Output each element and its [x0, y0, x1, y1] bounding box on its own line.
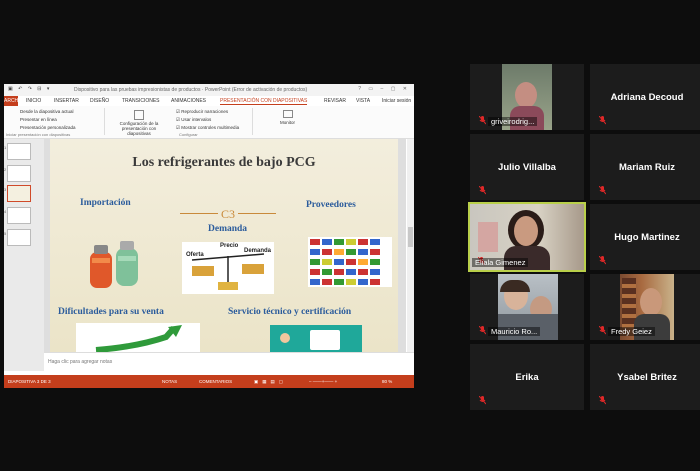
zoom-slider[interactable]: – ——+—— +: [309, 379, 337, 384]
participant-tile-active-speaker[interactable]: Eliala Gimenez: [468, 202, 586, 272]
tab-transiciones[interactable]: TRANSICIONES: [122, 98, 160, 104]
participant-tile[interactable]: Ysabel Britez: [590, 344, 700, 410]
shared-screen-powerpoint: ▣ ↶ ↷ ⊟ ▾ Dispositivo para las pruebas i…: [4, 84, 414, 388]
mic-muted-icon: [599, 256, 606, 265]
monitor-button[interactable]: Monitor: [280, 110, 295, 125]
diagram-oferta: Oferta: [186, 252, 204, 258]
participant-tile[interactable]: Mauricio Ro...: [470, 274, 584, 340]
tab-presentacion[interactable]: PRESENTACIÓN CON DIAPOSITIVAS: [220, 98, 308, 105]
use-timings-checkbox[interactable]: ☑ Usar intervalos: [176, 117, 211, 123]
tab-insertar[interactable]: INSERTAR: [54, 98, 79, 104]
participant-name: Adriana Decoud: [610, 91, 684, 103]
setup-icon: [134, 110, 144, 120]
participant-name: Julio Villalba: [498, 161, 556, 173]
window-controls[interactable]: ? ▭ – ▢ ✕: [358, 86, 410, 92]
mic-muted-icon: [599, 326, 606, 335]
slide-thumbnail[interactable]: [7, 207, 31, 224]
current-slide[interactable]: Los refrigerantes de bajo PCG Importació…: [50, 139, 398, 352]
zoom-level: 80 %: [382, 379, 393, 384]
label-dificultades: Dificultades para su venta: [58, 307, 164, 317]
participant-name: Fredy Geiez: [608, 327, 655, 336]
monitor-icon: [282, 110, 293, 118]
group-label-start: Iniciar presentación con diapositivas: [6, 132, 71, 137]
tab-diseno[interactable]: DISEÑO: [90, 98, 109, 104]
mic-muted-icon: [479, 186, 486, 195]
mic-muted-icon: [599, 186, 606, 195]
comments-button[interactable]: COMENTARIOS: [199, 379, 232, 384]
slide-thumbnail-selected[interactable]: [7, 185, 31, 202]
quick-access-toolbar[interactable]: ▣ ↶ ↷ ⊟ ▾: [8, 86, 51, 92]
decorative-ornament: C3: [180, 207, 276, 221]
flags-icon: [310, 239, 380, 285]
slide-thumbnail[interactable]: [7, 143, 31, 160]
tab-vista[interactable]: VISTA: [356, 98, 370, 104]
refrigerant-cylinders-image: [90, 241, 138, 288]
ppt-window-title: Dispositivo para las pruebas impresionis…: [74, 87, 308, 93]
account-signin[interactable]: Iniciar sesión: [382, 98, 411, 104]
ppt-title-bar: ▣ ↶ ↷ ⊟ ▾ Dispositivo para las pruebas i…: [4, 84, 414, 96]
supplier-flags-image: [308, 237, 392, 287]
from-current-slide-button[interactable]: Desde la diapositiva actual: [20, 109, 74, 114]
diagram-demanda: Demanda: [244, 248, 272, 254]
tab-revisar[interactable]: REVISAR: [324, 98, 346, 104]
participant-tile[interactable]: griveirodrig...: [470, 64, 584, 130]
label-servicio: Servicio técnico y certificación: [228, 307, 352, 317]
participant-name: Mariam Ruiz: [619, 161, 675, 173]
tab-file[interactable]: ARCHIVO: [4, 96, 27, 106]
slide-thumbnails-pane: 1 2 3 4 5: [4, 139, 44, 371]
participant-name: Hugo Martinez: [614, 231, 680, 243]
participant-name: Erika: [515, 371, 539, 383]
mic-muted-icon: [479, 116, 486, 125]
label-importacion: Importación: [80, 198, 131, 208]
status-bar: DIAPOSITIVA 3 DE 3 NOTAS COMENTARIOS ▣▦▤…: [4, 375, 414, 388]
show-media-controls-checkbox[interactable]: ☑ Mostrar controles multimedia: [176, 125, 239, 131]
label-demanda: Demanda: [208, 224, 248, 234]
participant-tile[interactable]: Hugo Martinez: [590, 204, 700, 270]
slide-thumbnail[interactable]: [7, 165, 31, 182]
diagram-precio: Precio: [220, 243, 239, 249]
tab-inicio[interactable]: INICIO: [26, 98, 41, 104]
ribbon-slideshow: Desde la diapositiva actual Presentar en…: [4, 106, 414, 139]
technician-icon: [280, 333, 290, 343]
participant-tile[interactable]: Erika: [470, 344, 584, 410]
participant-name: griveirodrig...: [488, 117, 538, 126]
technical-service-image: [270, 325, 362, 352]
view-buttons[interactable]: ▣▦▤▢: [254, 379, 287, 385]
participant-name: Ysabel Britez: [617, 371, 677, 383]
setup-slideshow-button[interactable]: Configuración de la presentación con dia…: [110, 110, 168, 136]
notes-pane[interactable]: Haga clic para agregar notas: [44, 352, 414, 372]
notes-button[interactable]: NOTAS: [162, 379, 177, 384]
group-label-setup: Configurar: [179, 132, 198, 137]
present-online-button[interactable]: Presentar en línea: [20, 117, 57, 122]
participant-tile[interactable]: Mariam Ruiz: [590, 134, 700, 200]
slide-counter: DIAPOSITIVA 3 DE 3: [8, 379, 51, 384]
tab-animaciones[interactable]: ANIMACIONES: [171, 98, 206, 104]
slide-thumbnail[interactable]: [7, 229, 31, 246]
participant-tile[interactable]: Adriana Decoud: [590, 64, 700, 130]
sales-chart-image: [76, 323, 200, 352]
participant-name: Eliala Gimenez: [472, 258, 529, 267]
supply-demand-diagram: Oferta Precio Demanda: [182, 242, 274, 294]
certificate-icon: [310, 330, 340, 350]
mic-muted-icon: [479, 396, 486, 405]
label-proveedores: Proveedores: [306, 200, 356, 210]
mic-muted-icon: [479, 326, 486, 335]
ribbon-tabs: ARCHIVO INICIO INSERTAR DISEÑO TRANSICIO…: [4, 96, 414, 106]
play-narrations-checkbox[interactable]: ☑ Reproducir narraciones: [176, 109, 228, 115]
slide-editing-area: Los refrigerantes de bajo PCG Importació…: [44, 139, 406, 352]
custom-show-button[interactable]: Presentación personalizada: [20, 125, 76, 130]
mic-muted-icon: [599, 116, 606, 125]
vertical-scrollbar[interactable]: [407, 139, 414, 352]
mic-muted-icon: [599, 396, 606, 405]
participant-tile[interactable]: Julio Villalba: [470, 134, 584, 200]
participant-name: Mauricio Ro...: [488, 327, 541, 336]
participant-tile[interactable]: Fredy Geiez: [590, 274, 700, 340]
slide-title: Los refrigerantes de bajo PCG: [132, 155, 316, 170]
